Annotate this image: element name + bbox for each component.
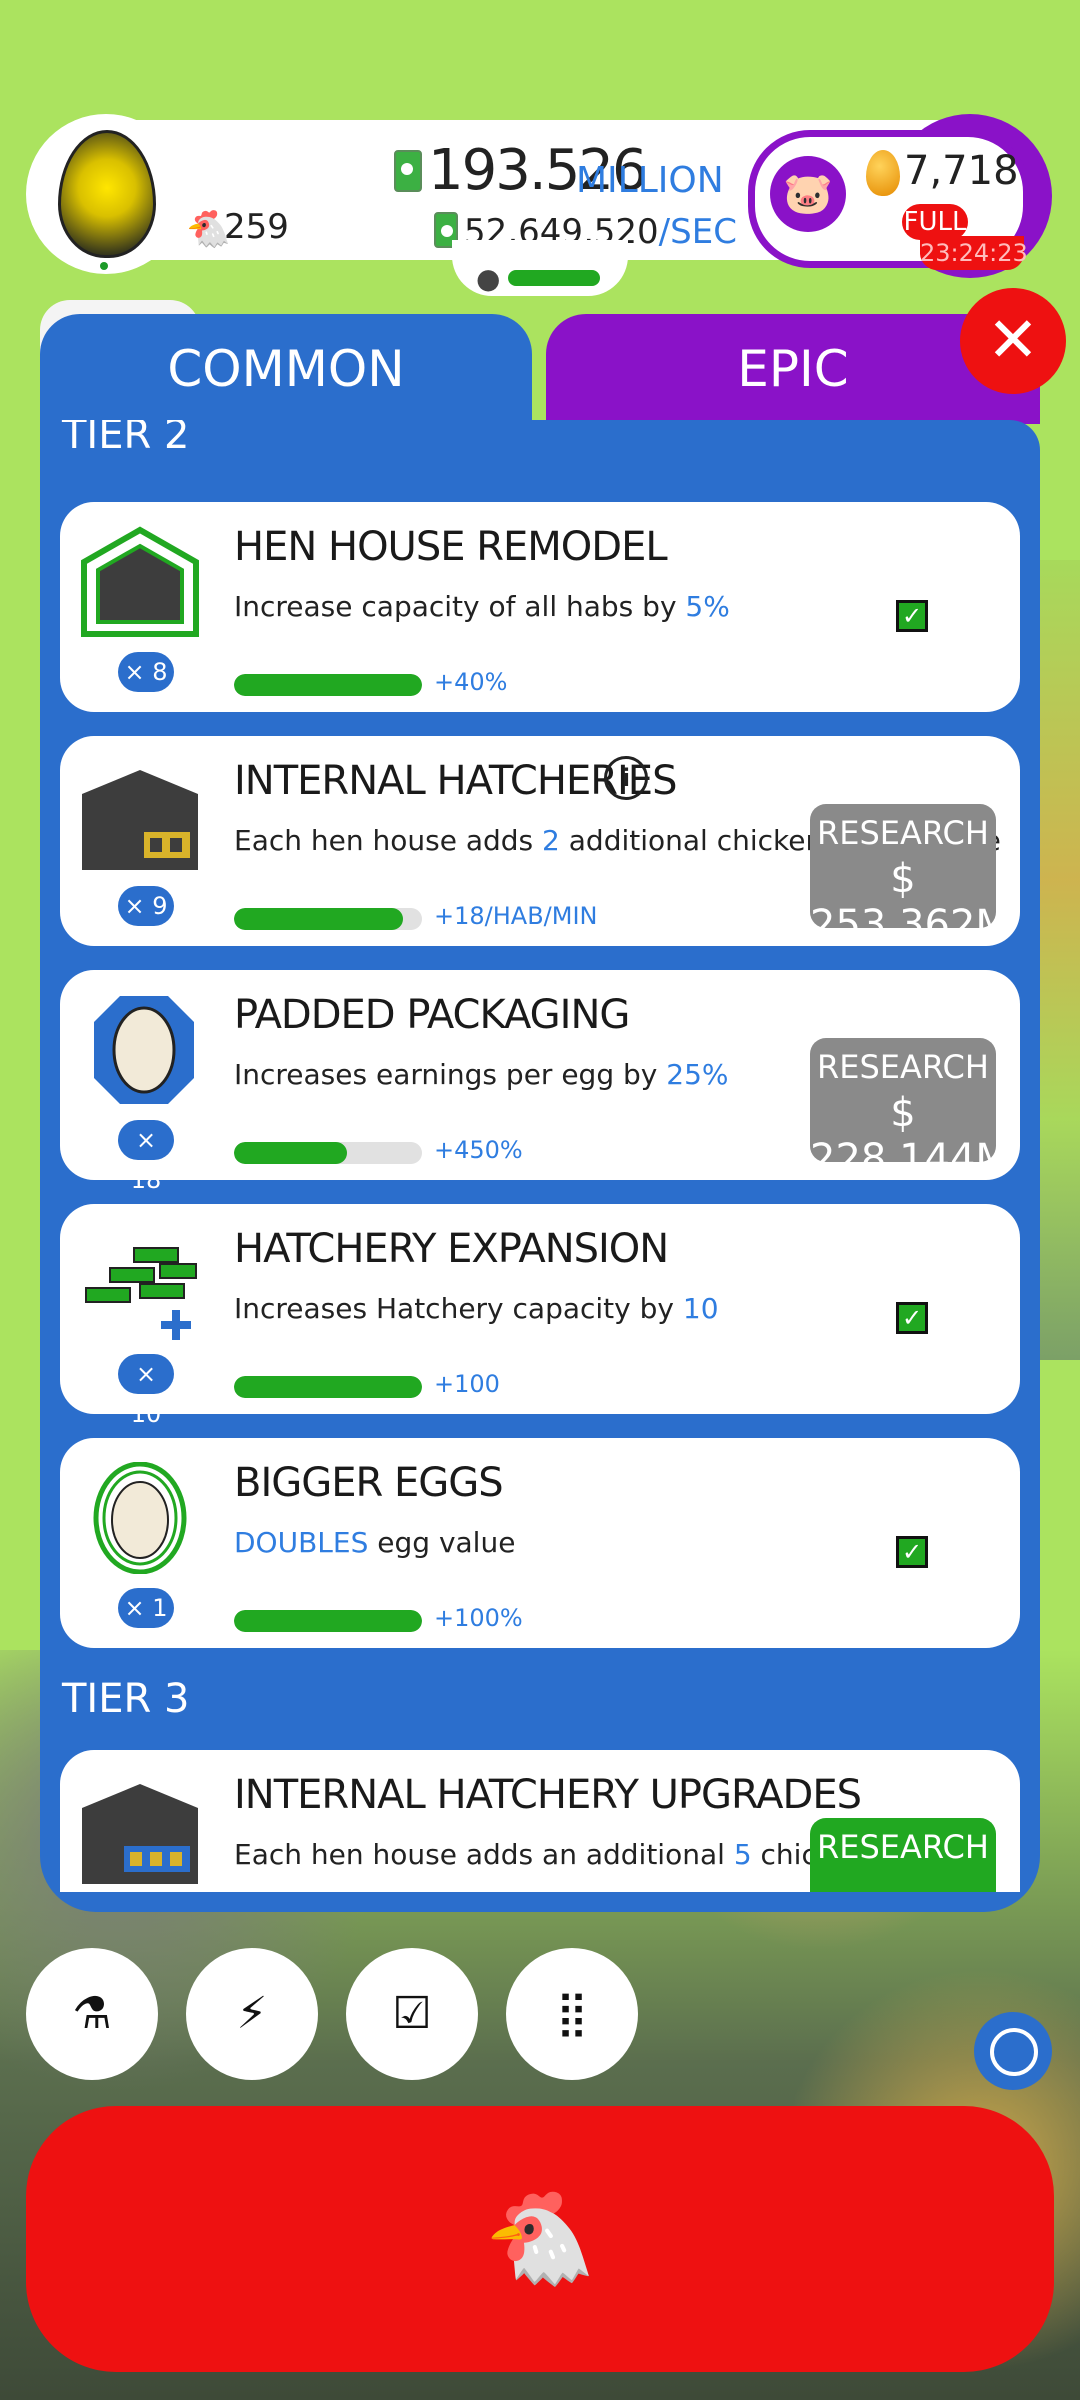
research-card-internal-hatcheries[interactable]: × 9 INTERNAL HATCHERIES i Each hen house…	[60, 736, 1020, 948]
research-effect: +450%	[434, 1136, 523, 1164]
research-effect: +100	[434, 1370, 500, 1398]
research-button-label: RESEARCH	[817, 1048, 989, 1086]
level-badge: × 10	[118, 1354, 174, 1428]
timer-badge: 23:24:23	[920, 236, 1028, 270]
cash-unit: MILLION	[576, 160, 724, 201]
research-progress	[234, 1142, 422, 1164]
research-progress	[234, 1610, 422, 1632]
drone-chick-icon: ●	[476, 262, 501, 295]
tier-heading: TIER 2	[62, 420, 190, 458]
level-badge: × 1	[118, 1588, 174, 1628]
research-card-padded-packaging[interactable]: × 18 PADDED PACKAGING Increases earnings…	[60, 970, 1020, 1194]
research-effect: +100%	[434, 1604, 523, 1632]
lightning-icon: ⚡	[236, 1988, 268, 2039]
research-card-hen-house-remodel[interactable]: × 8 HEN HOUSE REMODEL Increase capacity …	[60, 502, 1020, 712]
research-cost: $ 228.144M	[810, 1090, 1010, 1182]
research-description: Increases earnings per egg by 25%	[234, 1058, 729, 1091]
completed-check-icon: ✓	[896, 600, 928, 632]
menu-button[interactable]: ⣿	[506, 1948, 638, 2080]
tier-heading: TIER 3	[62, 1676, 190, 1722]
research-progress	[234, 1376, 422, 1398]
piggy-full-badge: FULL	[902, 204, 968, 240]
hen-house-icon	[81, 526, 199, 637]
research-title: INTERNAL HATCHERY UPGRADES	[234, 1772, 862, 1818]
research-button[interactable]: RESEARCH $ 253.362M	[810, 804, 1010, 948]
missions-button[interactable]: ☑	[346, 1948, 478, 2080]
chicken-icon: 🐔	[483, 2186, 597, 2291]
circle-toggle-button[interactable]	[974, 2012, 1052, 2090]
research-description: DOUBLES egg value	[234, 1526, 516, 1559]
completed-check-icon: ✓	[896, 1302, 928, 1334]
research-button[interactable]: RESEARCH $ 228.144M	[810, 1038, 1010, 1182]
research-card-bigger-eggs[interactable]: × 1 BIGGER EGGS DOUBLES egg value +100% …	[60, 1438, 1020, 1648]
research-button-label: RESEARCH	[817, 814, 989, 852]
big-egg-icon	[93, 1462, 187, 1574]
hatchery-upgrade-icon	[82, 1784, 198, 1884]
golden-egg-icon	[866, 150, 900, 196]
level-badge: × 8	[118, 652, 174, 692]
research-lab-button[interactable]: ⚗	[26, 1948, 158, 2080]
research-title: HEN HOUSE REMODEL	[234, 524, 668, 570]
hatch-chicken-button[interactable]: 🐔	[26, 2106, 1054, 2372]
piggy-bank-icon[interactable]: 🐷	[770, 156, 846, 232]
level-badge: × 18	[118, 1120, 174, 1194]
egg-status-dot	[100, 262, 108, 270]
flask-icon: ⚗	[72, 1988, 112, 2039]
research-panel: TIER 2 × 8 HEN HOUSE REMODEL Increase ca…	[40, 420, 1040, 1912]
research-effect: +18/HAB/MIN	[434, 902, 598, 930]
tab-common[interactable]: COMMON	[40, 314, 532, 424]
research-cost: $ 253.362M	[810, 856, 1010, 948]
research-progress	[234, 674, 422, 696]
research-title: PADDED PACKAGING	[234, 992, 630, 1038]
boost-button[interactable]: ⚡	[186, 1948, 318, 2080]
research-description: Increases Hatchery capacity by 10	[234, 1292, 719, 1325]
golden-egg-count: 7,718	[904, 148, 1019, 194]
incubators-icon	[85, 1247, 197, 1340]
research-button[interactable]: RESEARCH	[810, 1818, 996, 1892]
grid-icon: ⣿	[555, 1988, 589, 2039]
close-button[interactable]: ✕	[960, 288, 1066, 394]
packaging-icon	[94, 996, 194, 1104]
research-title: HATCHERY EXPANSION	[234, 1226, 669, 1272]
research-card-internal-hatchery-upgrades[interactable]: INTERNAL HATCHERY UPGRADES Each hen hous…	[60, 1750, 1020, 1892]
hatchery-icon	[82, 770, 198, 870]
chicken-count: 259	[224, 207, 289, 247]
checklist-icon: ☑	[392, 1988, 432, 2039]
research-effect: +40%	[434, 668, 508, 696]
level-badge: × 9	[118, 886, 174, 926]
completed-check-icon: ✓	[896, 1536, 928, 1568]
research-card-hatchery-expansion[interactable]: × 10 HATCHERY EXPANSION Increases Hatche…	[60, 1204, 1020, 1428]
info-icon[interactable]: i	[604, 756, 648, 800]
drone-progress-bar	[508, 270, 600, 286]
research-title: BIGGER EGGS	[234, 1460, 504, 1506]
research-list[interactable]: TIER 2 × 8 HEN HOUSE REMODEL Increase ca…	[60, 420, 1020, 1892]
cash-icon	[394, 150, 422, 192]
research-button-label: RESEARCH	[817, 1828, 989, 1866]
research-description: Increase capacity of all habs by 5%	[234, 590, 730, 623]
research-progress	[234, 908, 422, 930]
